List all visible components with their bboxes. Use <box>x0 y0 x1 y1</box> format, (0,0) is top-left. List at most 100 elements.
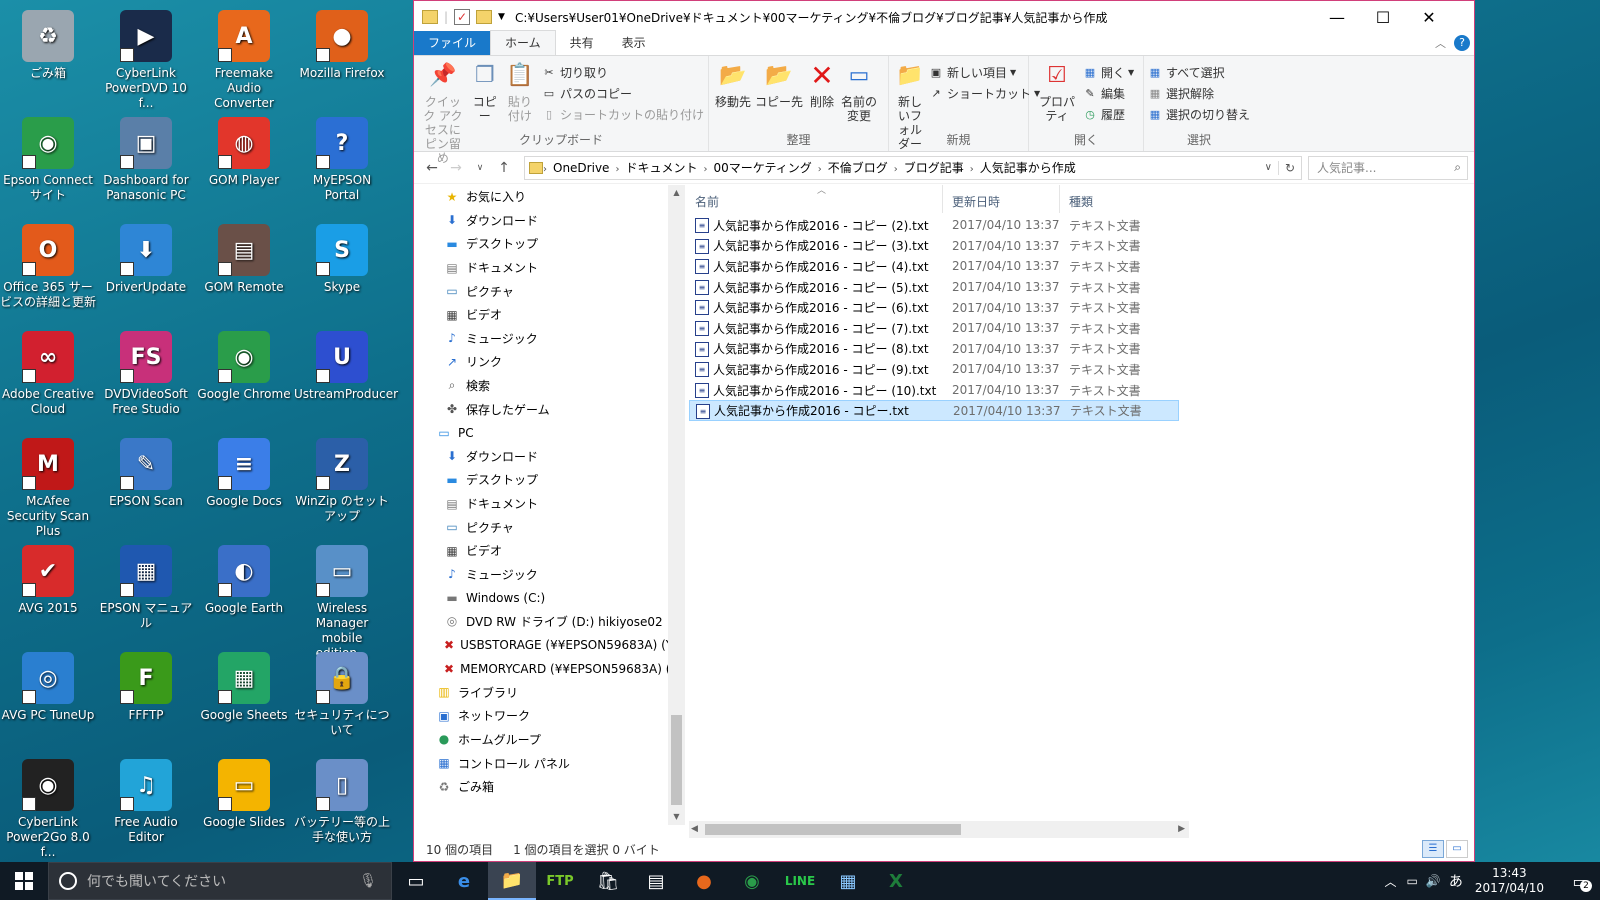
desktop-shortcut[interactable]: U UstreamProducer <box>294 327 398 402</box>
nav-item[interactable]: ▣ ネットワーク <box>414 704 668 728</box>
desktop-shortcut[interactable]: O Office 365 サービスの詳細と更新 <box>0 220 96 310</box>
nav-item[interactable]: ◎ DVD RW ドライブ (D:) hikiyose02 <box>414 610 668 634</box>
nav-item[interactable]: ♻ ごみ箱 <box>414 775 668 799</box>
desktop-shortcut[interactable]: F FFFTP <box>98 648 194 723</box>
tab-view[interactable]: 表示 <box>608 31 660 55</box>
file-row[interactable]: ≡ 人気記事から作成2016 - コピー (10).txt 2017/04/10 1… <box>689 380 1179 401</box>
breadcrumb-separator-icon[interactable]: › <box>703 164 707 175</box>
nav-item[interactable]: ▦ コントロール パネル <box>414 751 668 775</box>
select-all-button[interactable]: ▦ すべて選択 <box>1148 62 1250 83</box>
nav-item[interactable]: ▬ デスクトップ <box>414 468 668 492</box>
file-explorer-taskbar-icon[interactable]: 📁 <box>488 862 536 900</box>
tab-file[interactable]: ファイル <box>414 31 491 55</box>
edit-button[interactable]: ✎ 編集 <box>1083 83 1134 104</box>
desktop-shortcut[interactable]: ▶ CyberLink PowerDVD 10 f... <box>98 6 194 111</box>
nav-item[interactable]: ⬇ ダウンロード <box>414 209 668 233</box>
file-row[interactable]: ≡ 人気記事から作成2016 - コピー.txt 2017/04/10 13:37 テ… <box>689 400 1179 421</box>
paste-shortcut-button[interactable]: ▯ ショートカットの貼り付け <box>542 104 704 125</box>
breadcrumb-separator-icon[interactable]: › <box>894 164 898 175</box>
large-icons-view-icon[interactable]: ▭ <box>1446 840 1468 858</box>
line-app-icon[interactable]: LINE <box>776 862 824 900</box>
task-view-icon[interactable]: ▭ <box>392 862 440 900</box>
copy-button[interactable]: ❐ コピー <box>470 60 500 165</box>
desktop-shortcut[interactable]: ◉ CyberLink Power2Go 8.0 f... <box>0 755 96 860</box>
file-row[interactable]: ≡ 人気記事から作成2016 - コピー (8).txt 2017/04/10 13… <box>689 339 1179 360</box>
desktop-shortcut[interactable]: ● Mozilla Firefox <box>294 6 390 81</box>
tab-home[interactable]: ホーム <box>490 30 556 55</box>
close-button[interactable]: ✕ <box>1406 1 1452 33</box>
nav-item[interactable]: ♪ ミュージック <box>414 563 668 587</box>
desktop-shortcut[interactable]: A Freemake Audio Converter <box>196 6 292 111</box>
move-to-button[interactable]: 📂 移動先 <box>715 60 751 123</box>
file-row[interactable]: ≡ 人気記事から作成2016 - コピー (4).txt 2017/04/10 13… <box>689 256 1179 277</box>
customize-toolbar-chevron-icon[interactable]: ▼ <box>498 12 505 22</box>
desktop-shortcut[interactable]: ✎ EPSON Scan <box>98 434 194 509</box>
breadcrumb-item[interactable]: 不倫ブログ <box>828 161 888 175</box>
desktop-shortcut[interactable]: ✔ AVG 2015 <box>0 541 96 616</box>
file-row[interactable]: ≡ 人気記事から作成2016 - コピー (6).txt 2017/04/10 13… <box>689 297 1179 318</box>
tray-chevron-up-icon[interactable]: ︿ <box>1385 873 1397 890</box>
refresh-icon[interactable]: ↻ <box>1277 160 1301 175</box>
store-icon[interactable]: 🛍 <box>584 862 632 900</box>
desktop-shortcut[interactable]: ▯ バッテリー等の上手な使い方 <box>294 755 390 845</box>
breadcrumb-item[interactable]: ブログ記事 <box>904 161 964 175</box>
breadcrumb-separator-icon[interactable]: › <box>970 164 974 175</box>
file-row[interactable]: ≡ 人気記事から作成2016 - コピー (2).txt 2017/04/10 13… <box>689 215 1179 236</box>
details-view-icon[interactable]: ☰ <box>1422 840 1444 858</box>
copy-path-button[interactable]: ▭ パスのコピー <box>542 83 704 104</box>
maximize-button[interactable]: ☐ <box>1360 1 1406 33</box>
address-dropdown-chevron-icon[interactable]: ∨ <box>1259 162 1278 173</box>
desktop-shortcut[interactable]: ▦ EPSON マニュアル <box>98 541 194 631</box>
history-button[interactable]: ◷ 履歴 <box>1083 104 1134 125</box>
delete-button[interactable]: ✕ 削除 <box>807 60 837 123</box>
breadcrumb-separator-icon[interactable]: › <box>615 164 619 175</box>
nav-item[interactable]: ↗ リンク <box>414 350 668 374</box>
column-header-date[interactable]: 更新日時 <box>952 193 1000 210</box>
nav-item[interactable]: ♪ ミュージック <box>414 327 668 351</box>
ffftp-taskbar-icon[interactable]: FTP <box>536 862 584 900</box>
desktop-shortcut[interactable]: ◉ Epson Connect サイト <box>0 113 96 203</box>
desktop-shortcut[interactable]: ◍ GOM Player <box>196 113 292 188</box>
desktop-shortcut[interactable]: M McAfee Security Scan Plus <box>0 434 96 539</box>
desktop-shortcut[interactable]: S Skype <box>294 220 390 295</box>
action-center-icon[interactable]: ▭ 2 <box>1560 862 1600 900</box>
nav-item[interactable]: ▦ ビデオ <box>414 303 668 327</box>
nav-item[interactable]: ▤ ドキュメント <box>414 256 668 280</box>
desktop-shortcut[interactable]: ◐ Google Earth <box>196 541 292 616</box>
desktop-shortcut[interactable]: Z WinZip のセットアップ <box>294 434 390 524</box>
desktop-shortcut[interactable]: ▣ Dashboard for Panasonic PC <box>98 113 194 203</box>
column-header-name[interactable]: 名前 <box>695 193 719 210</box>
desktop-shortcut[interactable]: FS DVDVideoSoft Free Studio <box>98 327 194 417</box>
nav-item[interactable]: ▬ デスクトップ <box>414 232 668 256</box>
new-folder-quick-icon[interactable] <box>476 10 493 24</box>
paste-button[interactable]: 📋 貼り付け <box>504 60 536 165</box>
nav-item[interactable]: ⌕ 検索 <box>414 374 668 398</box>
nav-item[interactable]: ⬇ ダウンロード <box>414 445 668 469</box>
nav-item[interactable]: ✤ 保存したゲーム <box>414 397 668 421</box>
nav-item[interactable]: ★ お気に入り <box>414 185 668 209</box>
desktop-shortcut[interactable]: 🔒 セキュリティについて <box>294 648 390 738</box>
nav-item[interactable]: ✖ USBSTORAGE (¥¥EPSON59683A) (Y:) <box>414 633 668 657</box>
edge-browser-icon[interactable]: e <box>440 862 488 900</box>
clock[interactable]: 13:43 2017/04/10 <box>1475 866 1544 896</box>
breadcrumb-item[interactable]: 00マーケティング <box>713 161 811 175</box>
file-row[interactable]: ≡ 人気記事から作成2016 - コピー (9).txt 2017/04/10 13… <box>689 359 1179 380</box>
open-button[interactable]: ▦ 開く ▼ <box>1083 62 1134 83</box>
ime-indicator[interactable]: あ <box>1449 871 1463 891</box>
desktop-shortcut[interactable]: ⬇ DriverUpdate <box>98 220 194 295</box>
nav-item[interactable]: ▭ ピクチャ <box>414 279 668 303</box>
photo-app-icon[interactable]: ▤ <box>632 862 680 900</box>
shortcut-button[interactable]: ↗ ショートカット ▼ <box>929 83 1040 104</box>
new-item-button[interactable]: ▣ 新しい項目 ▼ <box>929 62 1040 83</box>
desktop-shortcut[interactable]: ◉ Google Chrome <box>196 327 292 402</box>
desktop-shortcut[interactable]: ≡ Google Docs <box>196 434 292 509</box>
nav-item[interactable]: ▭ ピクチャ <box>414 515 668 539</box>
file-row[interactable]: ≡ 人気記事から作成2016 - コピー (7).txt 2017/04/10 13… <box>689 318 1179 339</box>
minimize-button[interactable]: — <box>1314 1 1360 33</box>
file-row[interactable]: ≡ 人気記事から作成2016 - コピー (3).txt 2017/04/10 13… <box>689 236 1179 257</box>
column-header-type[interactable]: 種類 <box>1069 193 1093 210</box>
nav-item[interactable]: ✖ MEMORYCARD (¥¥EPSON59683A) (Z:) <box>414 657 668 681</box>
pin-quick-access-button[interactable]: 📌 クイック アクセスにピン留め <box>420 60 466 166</box>
breadcrumb-item[interactable]: 人気記事から作成 <box>980 161 1076 175</box>
desktop-shortcut[interactable]: ▭ Google Slides <box>196 755 292 830</box>
